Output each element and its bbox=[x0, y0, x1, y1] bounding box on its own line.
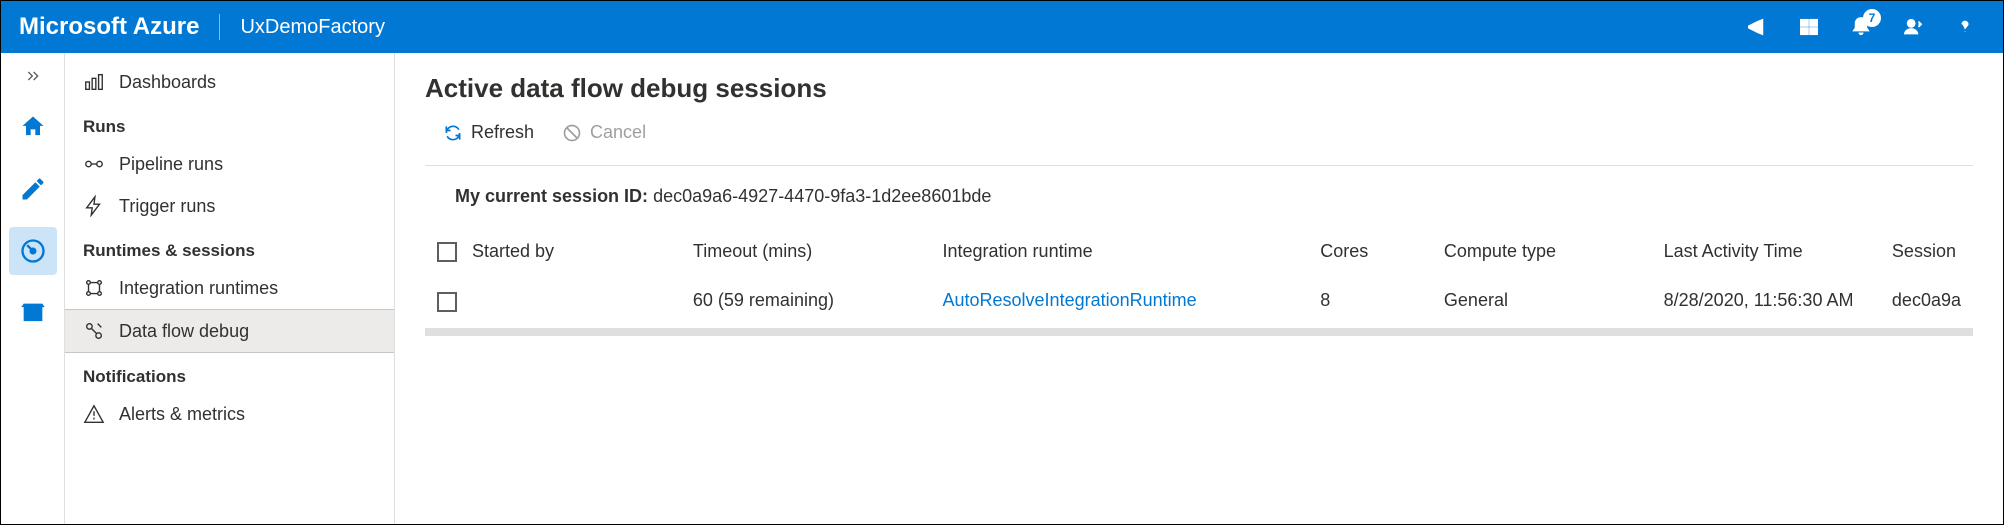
table-row[interactable]: 60 (59 remaining) AutoResolveIntegration… bbox=[425, 276, 1973, 325]
rail-edit[interactable] bbox=[9, 165, 57, 213]
refresh-button[interactable]: Refresh bbox=[443, 122, 534, 143]
dashboard-icon bbox=[83, 71, 105, 93]
row-checkbox[interactable] bbox=[437, 292, 457, 312]
feedback-icon[interactable] bbox=[1901, 15, 1925, 39]
sidebar-section-runtimes: Runtimes & sessions bbox=[65, 227, 394, 267]
sidebar-item-label: Alerts & metrics bbox=[119, 404, 245, 425]
cell-compute-type: General bbox=[1432, 276, 1652, 325]
brand-label: Microsoft Azure bbox=[19, 13, 199, 41]
refresh-label: Refresh bbox=[471, 122, 534, 143]
rail-home[interactable] bbox=[9, 103, 57, 151]
expand-rail-button[interactable] bbox=[1, 63, 64, 89]
notification-badge: 7 bbox=[1863, 9, 1881, 27]
col-cores[interactable]: Cores bbox=[1308, 227, 1432, 276]
sidebar-item-label: Dashboards bbox=[119, 72, 216, 93]
sidebar-item-alerts[interactable]: Alerts & metrics bbox=[65, 393, 394, 435]
cell-integration-runtime-link[interactable]: AutoResolveIntegrationRuntime bbox=[931, 276, 1309, 325]
pipeline-icon bbox=[83, 153, 105, 175]
main-content: Active data flow debug sessions Refresh … bbox=[395, 53, 2003, 524]
col-timeout[interactable]: Timeout (mins) bbox=[681, 227, 931, 276]
top-header: Microsoft Azure UxDemoFactory 7 bbox=[1, 1, 2003, 53]
megaphone-icon[interactable] bbox=[1745, 15, 1769, 39]
sidebar-section-notifications: Notifications bbox=[65, 353, 394, 393]
refresh-icon bbox=[443, 123, 463, 143]
sidebar: Dashboards Runs Pipeline runs Trigger ru… bbox=[65, 53, 395, 524]
sidebar-item-integration-runtimes[interactable]: Integration runtimes bbox=[65, 267, 394, 309]
cancel-icon bbox=[562, 123, 582, 143]
sidebar-item-label: Integration runtimes bbox=[119, 278, 278, 299]
cancel-label: Cancel bbox=[590, 122, 646, 143]
session-info: My current session ID: dec0a9a6-4927-447… bbox=[425, 165, 1973, 227]
sidebar-section-runs: Runs bbox=[65, 103, 394, 143]
session-id-label: My current session ID: bbox=[455, 186, 648, 206]
sidebar-item-label: Trigger runs bbox=[119, 196, 215, 217]
cancel-button: Cancel bbox=[562, 122, 646, 143]
cell-session-id: dec0a9a bbox=[1880, 276, 1973, 325]
sidebar-item-label: Data flow debug bbox=[119, 321, 249, 342]
sidebar-item-trigger-runs[interactable]: Trigger runs bbox=[65, 185, 394, 227]
sidebar-item-label: Pipeline runs bbox=[119, 154, 223, 175]
horizontal-scrollbar[interactable] bbox=[425, 328, 1973, 336]
cell-cores: 8 bbox=[1308, 276, 1432, 325]
col-integration-runtime[interactable]: Integration runtime bbox=[931, 227, 1309, 276]
sidebar-item-pipeline-runs[interactable]: Pipeline runs bbox=[65, 143, 394, 185]
session-id-value: dec0a9a6-4927-4470-9fa3-1d2ee8601bde bbox=[653, 186, 991, 206]
debug-icon bbox=[83, 320, 105, 342]
page-title: Active data flow debug sessions bbox=[425, 73, 1973, 104]
help-icon[interactable] bbox=[1953, 15, 1977, 39]
rail-manage[interactable] bbox=[9, 289, 57, 337]
cell-timeout: 60 (59 remaining) bbox=[681, 276, 931, 325]
col-last-activity[interactable]: Last Activity Time bbox=[1652, 227, 1880, 276]
toolbar: Refresh Cancel bbox=[425, 122, 1973, 143]
trigger-icon bbox=[83, 195, 105, 217]
alert-icon bbox=[83, 403, 105, 425]
cell-last-activity: 8/28/2020, 11:56:30 AM bbox=[1652, 276, 1880, 325]
project-name: UxDemoFactory bbox=[240, 16, 384, 39]
header-divider bbox=[219, 14, 220, 40]
bell-icon[interactable]: 7 bbox=[1849, 15, 1873, 39]
panel-icon[interactable] bbox=[1797, 15, 1821, 39]
sidebar-item-dashboards[interactable]: Dashboards bbox=[65, 61, 394, 103]
select-all-checkbox[interactable] bbox=[437, 242, 457, 262]
rail-monitor[interactable] bbox=[9, 227, 57, 275]
icon-rail bbox=[1, 53, 65, 524]
integration-icon bbox=[83, 277, 105, 299]
sidebar-item-data-flow-debug[interactable]: Data flow debug bbox=[65, 309, 394, 353]
col-started-by[interactable]: Started by bbox=[425, 227, 681, 276]
sessions-table: Started by Timeout (mins) Integration ru… bbox=[425, 227, 1973, 326]
col-compute-type[interactable]: Compute type bbox=[1432, 227, 1652, 276]
col-session-id[interactable]: Session bbox=[1880, 227, 1973, 276]
